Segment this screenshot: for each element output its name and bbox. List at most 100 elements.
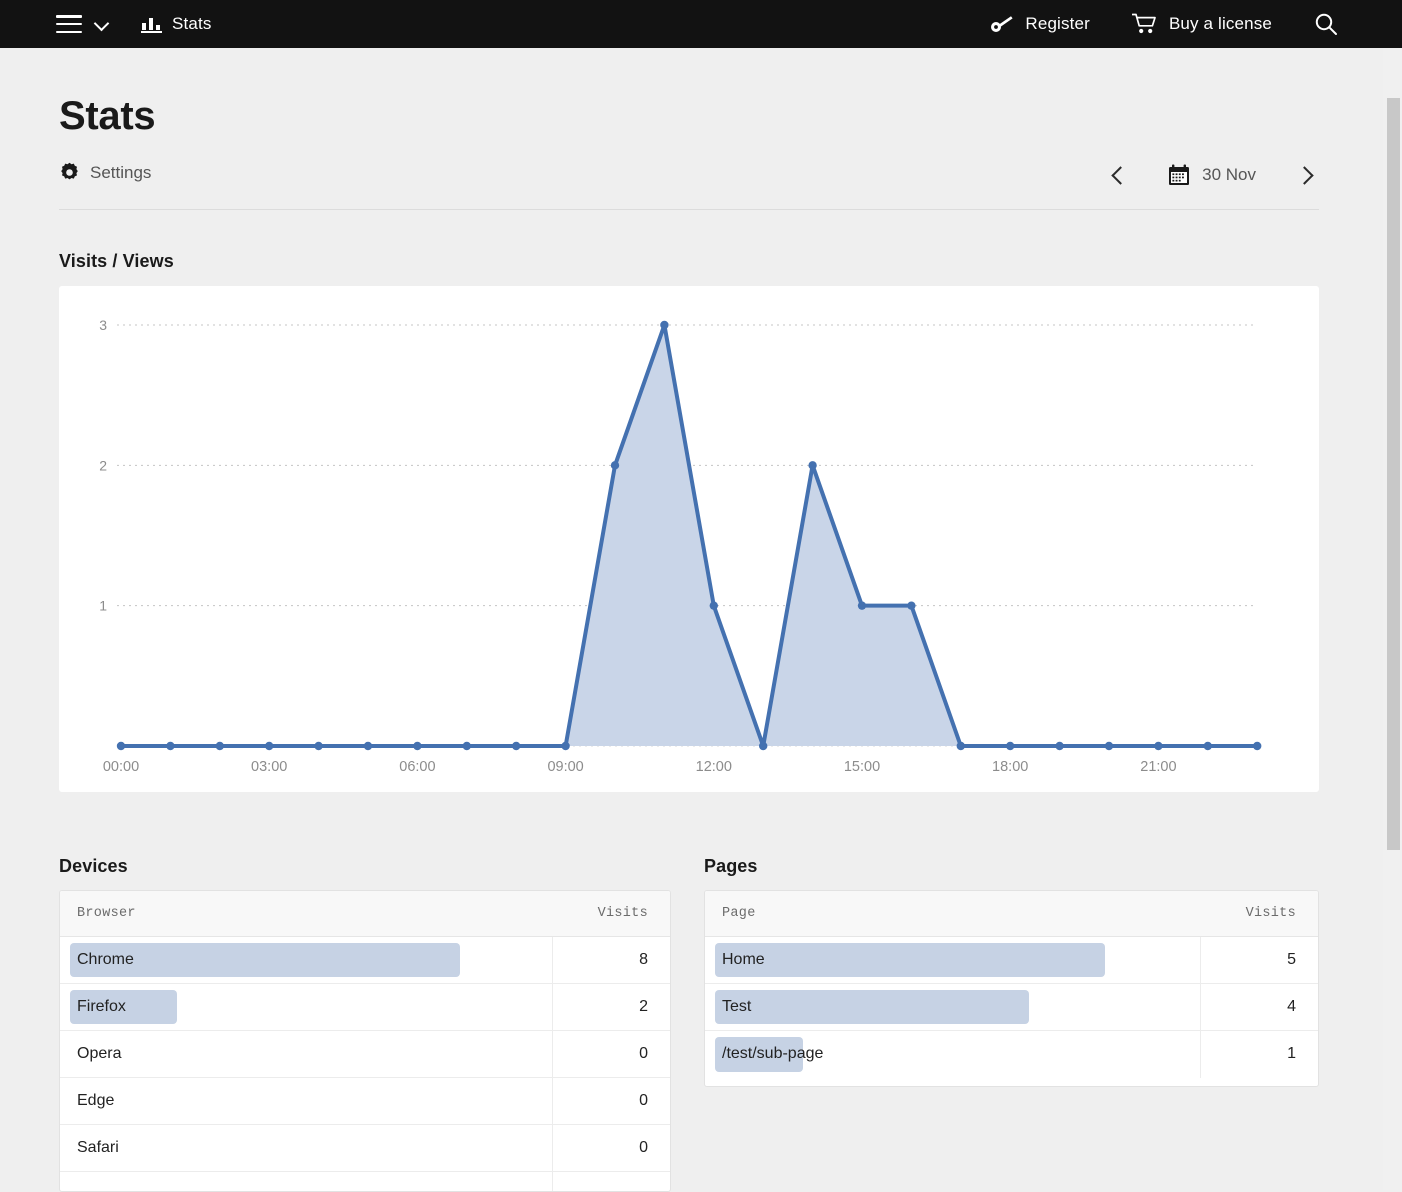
visits-bar <box>715 943 1105 977</box>
chart-x-axis-labels: 00:0003:0006:0009:0012:0015:0018:0021:00 <box>103 759 1177 775</box>
chart-point[interactable] <box>660 321 668 329</box>
table-row[interactable]: /test/sub-page 1 <box>705 1031 1318 1078</box>
browser-label: Opera <box>77 1045 121 1062</box>
devices-table-body: Chrome8 Firefox 2 Opera 0Edge0 Safari 0 <box>60 937 670 1192</box>
table-row[interactable]: Chrome8 <box>60 937 670 984</box>
hamburger-menu-icon[interactable] <box>56 15 82 33</box>
header-divider <box>59 209 1319 210</box>
search-button[interactable] <box>1314 12 1338 36</box>
browser-name-cell: Firefox <box>60 984 552 1031</box>
page-label: /test/sub-page <box>722 1045 823 1062</box>
x-tick-label: 18:00 <box>992 759 1028 775</box>
x-tick-label: 21:00 <box>1140 759 1176 775</box>
x-tick-label: 09:00 <box>547 759 583 775</box>
y-tick-label: 1 <box>99 598 107 614</box>
devices-table-head: Browser Visits <box>60 891 670 937</box>
chart-point[interactable] <box>808 461 816 469</box>
browser-name-cell <box>60 1172 552 1192</box>
brand-stats-link[interactable]: Stats <box>141 14 212 34</box>
browser-visits-cell: 0 <box>552 1031 670 1078</box>
chart-area-fill <box>121 325 1257 746</box>
settings-link[interactable]: Settings <box>59 162 151 183</box>
page-content: Stats Settings <box>0 48 1383 1190</box>
page-visits-cell: 5 <box>1200 937 1318 984</box>
chart-point[interactable] <box>364 742 372 750</box>
chart-point[interactable] <box>1204 742 1212 750</box>
chart-point[interactable] <box>561 742 569 750</box>
table-row[interactable] <box>60 1172 670 1192</box>
chart-point[interactable] <box>1105 742 1113 750</box>
page-scrollbar-thumb[interactable] <box>1387 98 1400 850</box>
browser-label: Firefox <box>77 998 126 1015</box>
table-row[interactable]: Safari 0 <box>60 1125 670 1172</box>
bar-chart-icon <box>141 16 162 33</box>
key-icon <box>990 14 1014 34</box>
top-navigation-bar: Stats Register Buy a license <box>0 0 1402 48</box>
chart-point[interactable] <box>1253 742 1261 750</box>
browser-label: Safari <box>77 1139 119 1156</box>
chart-point[interactable] <box>957 742 965 750</box>
chart-point[interactable] <box>1006 742 1014 750</box>
register-label: Register <box>1025 14 1090 34</box>
browser-name-cell: Chrome <box>60 937 552 984</box>
chevron-down-icon[interactable] <box>95 17 109 31</box>
page-label: Test <box>722 998 751 1015</box>
devices-section-title: Devices <box>59 856 128 877</box>
search-icon <box>1314 12 1338 36</box>
chart-point[interactable] <box>166 742 174 750</box>
chart-point[interactable] <box>858 601 866 609</box>
cart-icon <box>1132 13 1158 35</box>
date-picker-button[interactable]: 30 Nov <box>1168 164 1256 186</box>
page-name-cell: Home <box>705 937 1200 984</box>
x-tick-label: 00:00 <box>103 759 139 775</box>
previous-day-button[interactable] <box>1104 160 1134 190</box>
chart-point[interactable] <box>1055 742 1063 750</box>
browser-name-cell: Opera <box>60 1031 552 1078</box>
chart-point[interactable] <box>265 742 273 750</box>
browser-visits-cell <box>552 1172 670 1192</box>
devices-col-visits: Visits <box>552 891 670 937</box>
day-navigation: 30 Nov <box>1104 160 1320 190</box>
page-visits-cell: 4 <box>1200 984 1318 1031</box>
chart-point[interactable] <box>314 742 322 750</box>
chart-point[interactable] <box>710 601 718 609</box>
page-name-cell: /test/sub-page <box>705 1031 1200 1078</box>
chart-point[interactable] <box>463 742 471 750</box>
chart-point[interactable] <box>413 742 421 750</box>
devices-col-browser: Browser <box>60 891 552 937</box>
chart-point[interactable] <box>907 601 915 609</box>
devices-table: Browser Visits Chrome8 Firefox 2 Opera 0Edge… <box>60 891 670 1192</box>
table-row[interactable]: Test 4 <box>705 984 1318 1031</box>
buy-license-link[interactable]: Buy a license <box>1132 13 1272 35</box>
pages-table: Page Visits Home5 Test 4/test/sub-page 1 <box>705 891 1318 1078</box>
devices-header-row: Browser Visits <box>60 891 670 937</box>
browser-visits-cell: 2 <box>552 984 670 1031</box>
browser-visits-cell: 0 <box>552 1125 670 1172</box>
browser-visits-cell: 0 <box>552 1078 670 1125</box>
table-row[interactable]: Home5 <box>705 937 1318 984</box>
pages-col-page: Page <box>705 891 1200 937</box>
page-visits-cell: 1 <box>1200 1031 1318 1078</box>
chart-section-title: Visits / Views <box>59 251 174 272</box>
chart-point[interactable] <box>611 461 619 469</box>
visits-views-chart[interactable]: 123 00:0003:0006:0009:0012:0015:0018:002… <box>59 286 1319 792</box>
pages-header-row: Page Visits <box>705 891 1318 937</box>
topbar-right-group: Register Buy a license <box>990 12 1338 36</box>
chart-point[interactable] <box>512 742 520 750</box>
table-row[interactable]: Firefox 2 <box>60 984 670 1031</box>
table-row[interactable]: Edge0 <box>60 1078 670 1125</box>
table-row[interactable]: Opera 0 <box>60 1031 670 1078</box>
page-name-cell: Test <box>705 984 1200 1031</box>
calendar-icon <box>1168 164 1190 186</box>
gear-icon <box>59 162 80 183</box>
page-scrollbar-track[interactable] <box>1383 48 1402 1190</box>
chart-point[interactable] <box>1154 742 1162 750</box>
chart-point[interactable] <box>117 742 125 750</box>
x-tick-label: 03:00 <box>251 759 287 775</box>
register-link[interactable]: Register <box>990 14 1090 34</box>
chart-point[interactable] <box>759 742 767 750</box>
pages-section-title: Pages <box>704 856 758 877</box>
browser-name-cell: Safari <box>60 1125 552 1172</box>
chart-point[interactable] <box>216 742 224 750</box>
next-day-button[interactable] <box>1290 160 1320 190</box>
